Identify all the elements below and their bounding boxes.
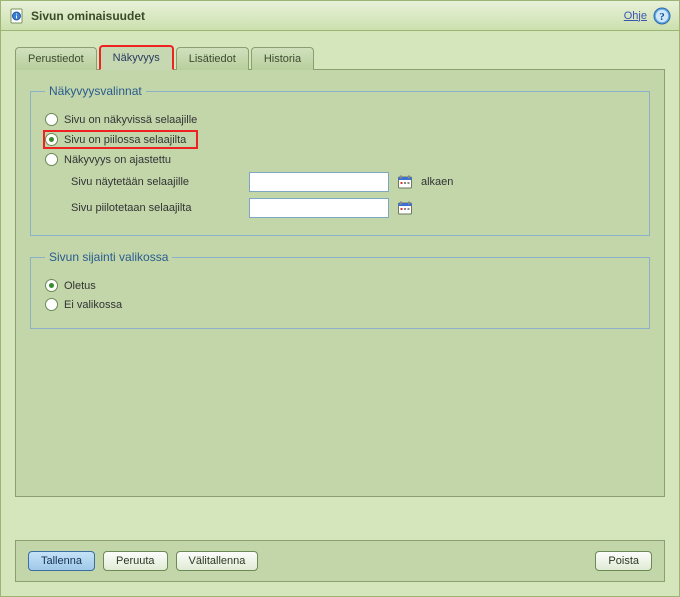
tab-panel-visibility: Näkyvyysvalinnat Sivu on näkyvissä selaa… [15, 69, 665, 497]
visibility-group: Näkyvyysvalinnat Sivu on näkyvissä selaa… [30, 84, 650, 236]
radio-visible-label: Sivu on näkyvissä selaajille [64, 114, 197, 126]
radio-row-visible[interactable]: Sivu on näkyvissä selaajille [45, 110, 635, 129]
save-button[interactable]: Tallenna [28, 551, 95, 571]
tab-history[interactable]: Historia [251, 47, 314, 70]
show-from-input[interactable] [249, 172, 389, 192]
radio-row-not-in-menu[interactable]: Ei valikossa [45, 295, 635, 314]
hide-from-label: Sivu piilotetaan selaajilta [71, 202, 241, 214]
tab-visibility[interactable]: Näkyvyys [99, 45, 174, 70]
visibility-legend: Näkyvyysvalinnat [45, 84, 146, 98]
tab-extra[interactable]: Lisätiedot [176, 47, 249, 70]
calendar-icon[interactable] [397, 174, 413, 190]
radio-not-in-menu-label: Ei valikossa [64, 299, 122, 311]
titlebar: Sivun ominaisuudet Ohje ? [1, 1, 679, 31]
titlebar-right: Ohje ? [624, 7, 671, 25]
help-icon[interactable]: ? [653, 7, 671, 25]
hide-from-row: Sivu piilotetaan selaajilta [45, 195, 635, 221]
delete-button[interactable]: Poista [595, 551, 652, 571]
content-area: Perustiedot Näkyvyys Lisätiedot Historia… [1, 31, 679, 526]
properties-window: Sivun ominaisuudet Ohje ? Perustiedot Nä… [0, 0, 680, 597]
stash-button[interactable]: Välitallenna [176, 551, 259, 571]
radio-scheduled[interactable] [45, 153, 58, 166]
cancel-button[interactable]: Peruuta [103, 551, 168, 571]
page-icon [9, 8, 25, 24]
radio-row-hidden[interactable]: Sivu on piilossa selaajilta [43, 130, 198, 149]
radio-default-label: Oletus [64, 280, 96, 292]
radio-not-in-menu[interactable] [45, 298, 58, 311]
show-from-suffix: alkaen [421, 176, 453, 188]
titlebar-left: Sivun ominaisuudet [9, 8, 145, 24]
svg-text:?: ? [659, 11, 665, 23]
radio-hidden-label: Sivu on piilossa selaajilta [64, 134, 186, 146]
radio-hidden[interactable] [45, 133, 58, 146]
help-link[interactable]: Ohje [624, 10, 647, 22]
radio-row-default[interactable]: Oletus [45, 276, 635, 295]
radio-row-scheduled[interactable]: Näkyvyys on ajastettu [45, 150, 635, 169]
window-title: Sivun ominaisuudet [31, 9, 145, 23]
hide-from-input[interactable] [249, 198, 389, 218]
menu-location-group: Sivun sijainti valikossa Oletus Ei valik… [30, 250, 650, 329]
show-from-row: Sivu näytetään selaajille [45, 169, 635, 195]
show-from-label: Sivu näytetään selaajille [71, 176, 241, 188]
radio-scheduled-label: Näkyvyys on ajastettu [64, 154, 171, 166]
tab-basic[interactable]: Perustiedot [15, 47, 97, 70]
radio-default[interactable] [45, 279, 58, 292]
menu-location-legend: Sivun sijainti valikossa [45, 250, 172, 264]
calendar-icon[interactable] [397, 200, 413, 216]
button-bar: Tallenna Peruuta Välitallenna Poista [15, 540, 665, 582]
radio-visible[interactable] [45, 113, 58, 126]
tab-row: Perustiedot Näkyvyys Lisätiedot Historia [15, 45, 665, 70]
